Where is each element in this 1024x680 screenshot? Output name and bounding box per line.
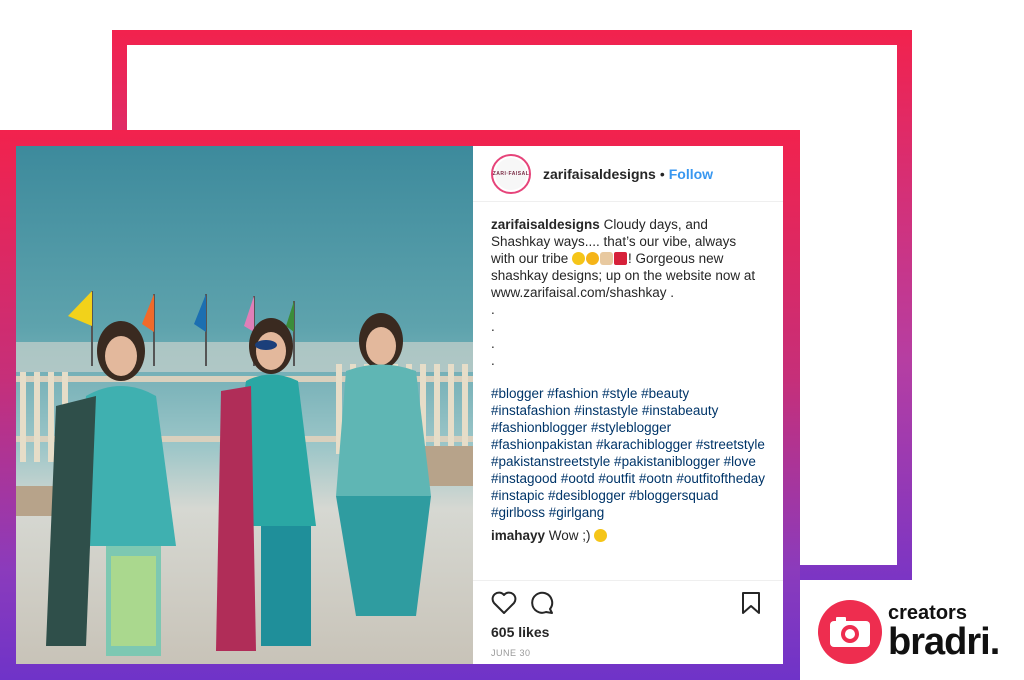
caption-line3b: ! Gorgeous new <box>628 251 724 266</box>
hashtags[interactable]: #blogger #fashion #style #beauty #instaf… <box>491 385 765 521</box>
comment: imahayy Wow ;) <box>491 527 765 544</box>
caption-line1: Cloudy days, and <box>599 217 708 232</box>
post-photo[interactable] <box>16 146 473 664</box>
dot-line: . <box>491 336 495 351</box>
caption-line5: www.zarifaisal.com/shashkay . <box>491 285 675 300</box>
header-username[interactable]: zarifaisaldesigns <box>543 166 656 182</box>
likes-count[interactable]: 605 likes <box>491 624 549 640</box>
heart-emoji-icon <box>614 252 628 265</box>
separator-dot: • <box>659 165 665 182</box>
brand-top-text: creators <box>888 602 967 624</box>
camera-icon <box>818 600 882 664</box>
bookmark-icon[interactable] <box>741 591 761 620</box>
avatar-logo: ZARI·FAISAL <box>493 157 529 190</box>
caption-line3a: with our tribe <box>491 251 573 266</box>
heart-eyes-emoji-icon <box>594 529 608 542</box>
comment-username[interactable]: imahayy <box>491 528 545 543</box>
brand-bottom-text: bradri. <box>888 621 1000 663</box>
creators-bradri-logo: creators bradri. <box>818 600 1000 664</box>
photo-illustration <box>16 291 473 656</box>
instagram-post: ZARI·FAISAL zarifaisaldesigns • Follow z… <box>16 146 783 664</box>
caption-line2: Shashkay ways.... that’s our vibe, alway… <box>491 234 737 249</box>
follow-button[interactable]: Follow <box>669 166 713 182</box>
like-heart-icon[interactable] <box>491 591 517 620</box>
grin-emoji-icon <box>586 252 600 265</box>
caption: zarifaisaldesigns Cloudy days, and Shash… <box>491 216 765 301</box>
comment-text: Wow ;) <box>545 528 591 543</box>
dot-line: . <box>491 302 495 317</box>
caption-line4: shashkay designs; up on the website now … <box>491 268 756 283</box>
comments-area: zarifaisaldesigns Cloudy days, and Shash… <box>473 202 783 580</box>
brand-wordmark: creators bradri. <box>888 602 1000 663</box>
action-bar <box>473 580 783 620</box>
caption-username[interactable]: zarifaisaldesigns <box>491 217 600 232</box>
peace-hand-emoji-icon <box>600 252 614 265</box>
caption-dots: . . . . <box>491 301 765 369</box>
dot-line: . <box>491 353 495 368</box>
post-header: ZARI·FAISAL zarifaisaldesigns • Follow <box>473 146 783 202</box>
dot-line: . <box>491 319 495 334</box>
post-sidebar: ZARI·FAISAL zarifaisaldesigns • Follow z… <box>473 146 783 664</box>
avatar[interactable]: ZARI·FAISAL <box>491 153 531 194</box>
post-date: JUNE 30 <box>491 648 531 658</box>
sunglasses-emoji-icon <box>572 252 586 265</box>
comment-bubble-icon[interactable] <box>529 591 555 620</box>
